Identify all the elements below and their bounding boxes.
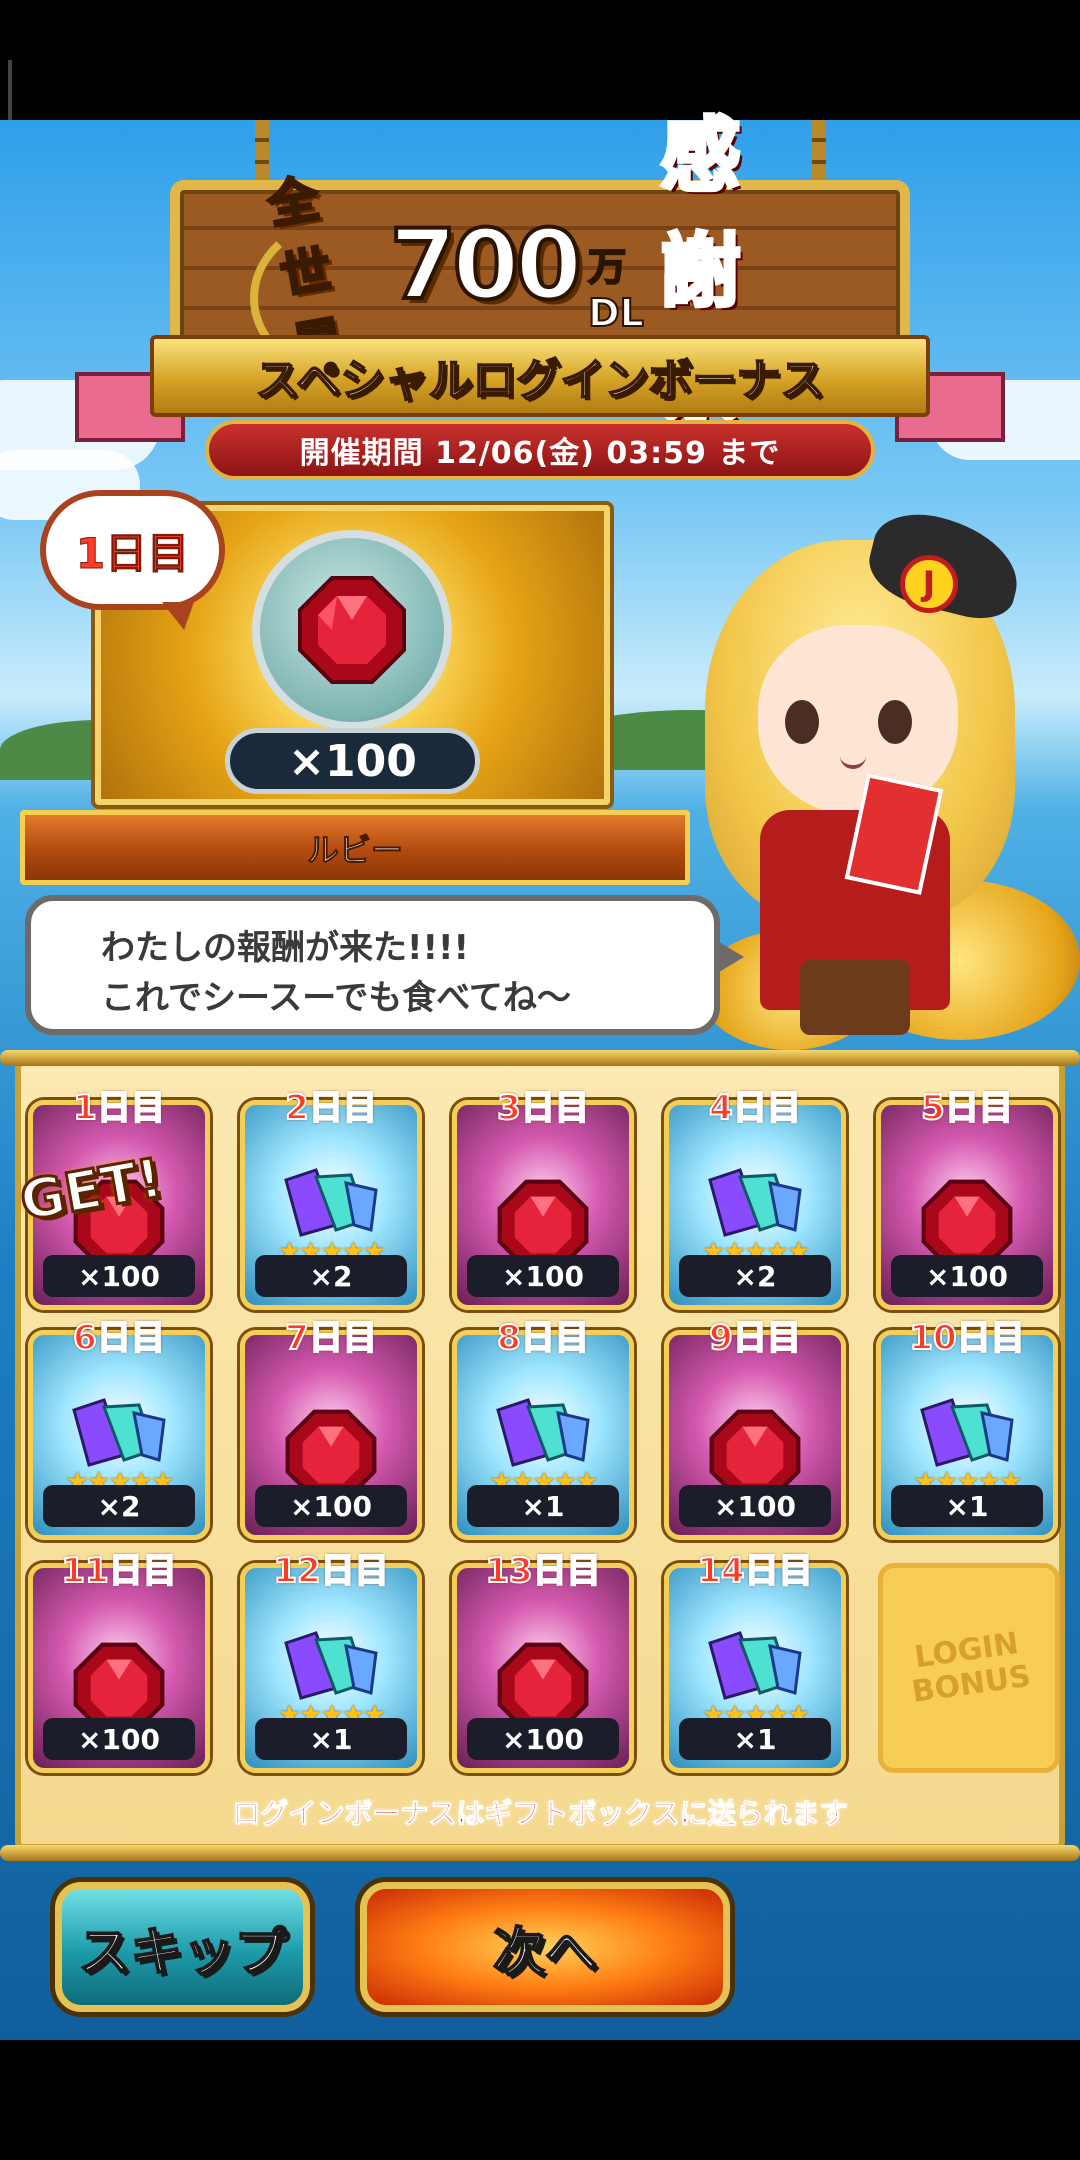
event-period: 開催期間 12/06(金) 03:59 まで — [205, 420, 875, 480]
calendar-day-card: ×100 — [240, 1330, 422, 1540]
login-bonus-stamp: LOGIN BONUS — [909, 1626, 1033, 1710]
gift-box-note: ログインボーナスはギフトボックスに送られます — [232, 1797, 848, 1831]
calendar-day-label: 9日目 — [708, 1317, 802, 1359]
calendar-day-card: ×100 — [452, 1100, 634, 1310]
calendar-day-amount: ×100 — [43, 1718, 195, 1760]
character-legs — [800, 960, 910, 1035]
calendar-day-label: 12日目 — [272, 1550, 389, 1592]
character-hat-badge: J — [900, 555, 958, 613]
character-eye-left — [785, 700, 819, 744]
reward-item-name: ルビー — [20, 810, 690, 885]
calendar-day-amount: ×100 — [891, 1255, 1043, 1297]
calendar-day-card: ×100 — [876, 1100, 1058, 1310]
calendar-day-amount: ×2 — [679, 1255, 831, 1297]
calendar-day-label: 4日目 — [708, 1087, 802, 1129]
calendar-day-amount: ×1 — [255, 1718, 407, 1760]
calendar-day-amount: ×100 — [679, 1485, 831, 1527]
calendar-day-label: 3日目 — [496, 1087, 590, 1129]
event-title-ribbon: スペシャルログインボーナス — [150, 335, 930, 417]
logo-unit: 万DL — [587, 244, 645, 336]
reward-quantity: ×100 — [225, 728, 480, 794]
calendar-day-label: 5日目 — [920, 1087, 1014, 1129]
calendar-day-label: 11日目 — [60, 1550, 177, 1592]
calendar-day-card: ★★★★★ ×1 — [240, 1563, 422, 1773]
ruby-icon — [298, 576, 406, 684]
calendar-day-label: 10日目 — [908, 1317, 1025, 1359]
speech-line-2: これでシースーでも食べてね～ — [101, 978, 571, 1018]
event-title: スペシャルログインボーナス — [255, 354, 826, 407]
calendar-day-label: 8日目 — [496, 1317, 590, 1359]
calendar-day-card: ★★★★★ ×2 — [240, 1100, 422, 1310]
calendar-day-label: 14日目 — [696, 1550, 813, 1592]
calendar-day-card: ★★★★★ ×2 — [28, 1330, 210, 1540]
login-bonus-stamp-card: LOGIN BONUS — [878, 1563, 1060, 1773]
calendar-day-card: ★★★★★ ×2 — [664, 1100, 846, 1310]
calendar-day-amount: ×2 — [255, 1255, 407, 1297]
calendar-day-card: ×100 — [452, 1563, 634, 1773]
speech-line-1: わたしの報酬が来た!!!! — [101, 928, 470, 968]
calendar-day-amount: ×100 — [255, 1485, 407, 1527]
character-speech-bubble: わたしの報酬が来た!!!! これでシースーでも食べてね～ — [25, 895, 744, 1035]
calendar-day-amount: ×1 — [891, 1485, 1043, 1527]
reward-coin — [252, 530, 452, 730]
calendar-day-amount: ×1 — [467, 1485, 619, 1527]
calendar-day-label: 2日目 — [284, 1087, 378, 1129]
next-button[interactable]: 次へ — [360, 1882, 730, 2012]
calendar-day-amount: ×100 — [467, 1255, 619, 1297]
calendar-day-amount: ×100 — [43, 1255, 195, 1297]
calendar-day-label: 7日目 — [284, 1317, 378, 1359]
calendar-day-amount: ×1 — [679, 1718, 831, 1760]
calendar-day-label: 13日目 — [484, 1550, 601, 1592]
event-logo: 全世界 700 万DL 感謝祭 — [262, 107, 820, 436]
calendar-day-card: ★★★★★ ×1 — [664, 1563, 846, 1773]
calendar-day-card: ★★★★★ ×1 — [876, 1330, 1058, 1540]
panel-rod-bottom — [0, 1845, 1080, 1861]
calendar-day-card: ★★★★★ ×1 — [452, 1330, 634, 1540]
character-eye-right — [878, 700, 912, 744]
calendar-day-amount: ×2 — [43, 1485, 195, 1527]
calendar-day-label: 1日目 — [72, 1087, 166, 1129]
calendar-day-card: ×100 — [664, 1330, 846, 1540]
skip-button[interactable]: スキップ — [55, 1882, 310, 2012]
logo-number: 700 — [388, 207, 584, 323]
calendar-day-amount: ×100 — [467, 1718, 619, 1760]
calendar-day-label: 6日目 — [72, 1317, 166, 1359]
panel-rod-top — [0, 1050, 1080, 1066]
calendar-day-card: ×100 — [28, 1563, 210, 1773]
current-day-bubble: 1日目 — [40, 490, 225, 630]
